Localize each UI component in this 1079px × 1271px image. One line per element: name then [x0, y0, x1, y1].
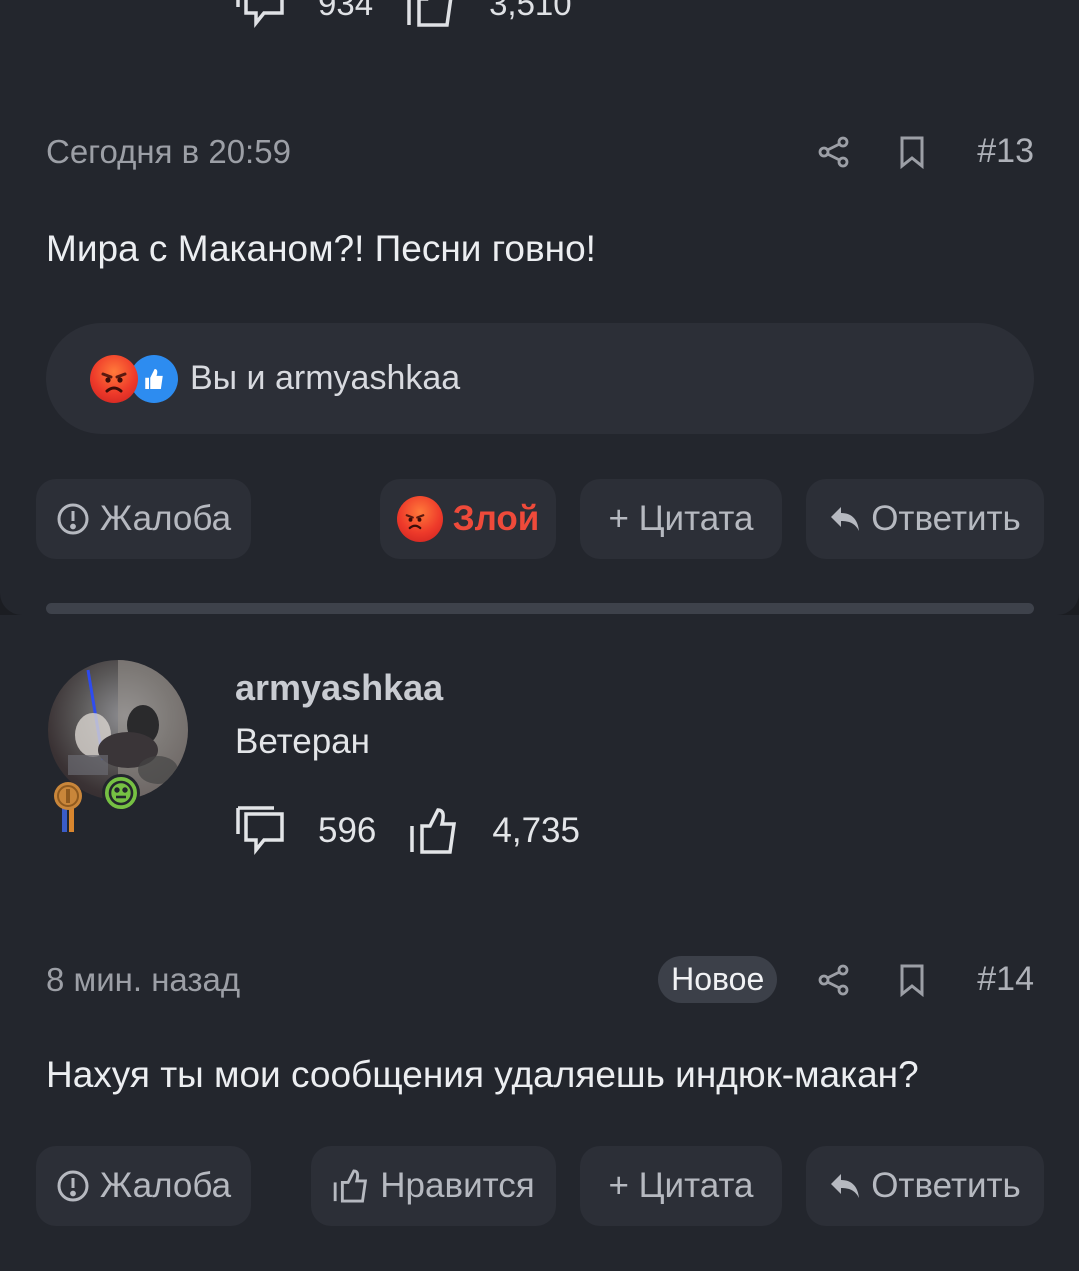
prev-author-stats: 934 3,510	[234, 0, 604, 28]
comments-icon	[236, 0, 284, 28]
author-username[interactable]: armyashkaa	[235, 667, 443, 709]
post-text: Мира с Маканом?! Песни говно!	[46, 228, 596, 269]
report-label: Жалоба	[99, 499, 232, 538]
reply-button[interactable]: Ответить	[806, 479, 1044, 559]
post-meta-14: 8 мин. назад Новое #14	[46, 956, 1034, 1003]
quote-label: + Цитата	[608, 499, 754, 538]
post-card-13: 934 3,510 Сегодня в 20:59 #13 Мира с Мак…	[0, 0, 1079, 615]
like-label: Нравится	[380, 1166, 535, 1205]
alert-circle-icon	[57, 1170, 89, 1202]
like-button[interactable]: Нравится	[311, 1146, 556, 1226]
reply-label: Ответить	[871, 1166, 1021, 1205]
report-button[interactable]: Жалоба	[36, 1146, 251, 1226]
post-actions-13: Жалоба Злой + Цитата Ответить	[36, 479, 1044, 559]
comments-icon	[236, 806, 284, 855]
post-actions-14: Жалоба Нравится + Цитата Ответить	[36, 1146, 1044, 1226]
comments-count: 934	[318, 0, 374, 22]
reply-icon	[831, 507, 860, 531]
thumbs-up-icon	[333, 1169, 368, 1203]
reaction-angry-button[interactable]: Злой	[380, 479, 556, 559]
author-stats: 596 4,735	[234, 805, 612, 857]
reply-button[interactable]: Ответить	[806, 1146, 1044, 1226]
angry-emoji-icon	[90, 354, 138, 403]
angry-emoji-icon	[396, 496, 443, 542]
report-label: Жалоба	[99, 1166, 232, 1205]
comments-count: 596	[318, 811, 377, 850]
reply-label: Ответить	[871, 499, 1021, 538]
reply-icon	[831, 1174, 860, 1198]
likes-count: 3,510	[489, 0, 572, 22]
reaction-label: Злой	[452, 499, 540, 538]
thumbs-up-icon	[410, 808, 457, 854]
post-divider	[46, 603, 1034, 614]
medal-icon	[54, 782, 82, 832]
reactions-summary[interactable]: Вы и armyashkaa	[46, 323, 1034, 434]
share-icon[interactable]	[817, 963, 851, 997]
post-number[interactable]: #13	[977, 132, 1034, 171]
thumbs-up-icon	[407, 0, 453, 27]
report-button[interactable]: Жалоба	[36, 479, 251, 559]
alert-circle-icon	[57, 503, 89, 535]
post-number[interactable]: #14	[977, 960, 1034, 999]
new-badge: Новое	[658, 956, 778, 1003]
post-meta-actions: #13	[773, 132, 1034, 171]
bookmark-icon[interactable]	[895, 963, 929, 997]
share-icon[interactable]	[817, 135, 851, 169]
bookmark-icon[interactable]	[895, 135, 929, 169]
post-text: Нахуя ты мои сообщения удаляешь индюк-ма…	[46, 1054, 919, 1095]
post-meta-actions: Новое #14	[658, 956, 1034, 1003]
reactions-text: Вы и armyashkaa	[190, 359, 461, 397]
quote-button[interactable]: + Цитата	[580, 1146, 782, 1226]
post-meta-13: Сегодня в 20:59 #13	[46, 132, 1034, 171]
quote-label: + Цитата	[608, 1166, 754, 1205]
quote-button[interactable]: + Цитата	[580, 479, 782, 559]
post-timestamp: Сегодня в 20:59	[46, 132, 291, 170]
status-icon	[102, 774, 140, 812]
author-rank: Ветеран	[235, 722, 371, 761]
reaction-emojis	[90, 354, 180, 403]
likes-count: 4,735	[492, 811, 580, 850]
post-timestamp: 8 мин. назад	[46, 960, 241, 998]
page: 934 3,510 Сегодня в 20:59 #13 Мира с Мак…	[0, 0, 1079, 1271]
